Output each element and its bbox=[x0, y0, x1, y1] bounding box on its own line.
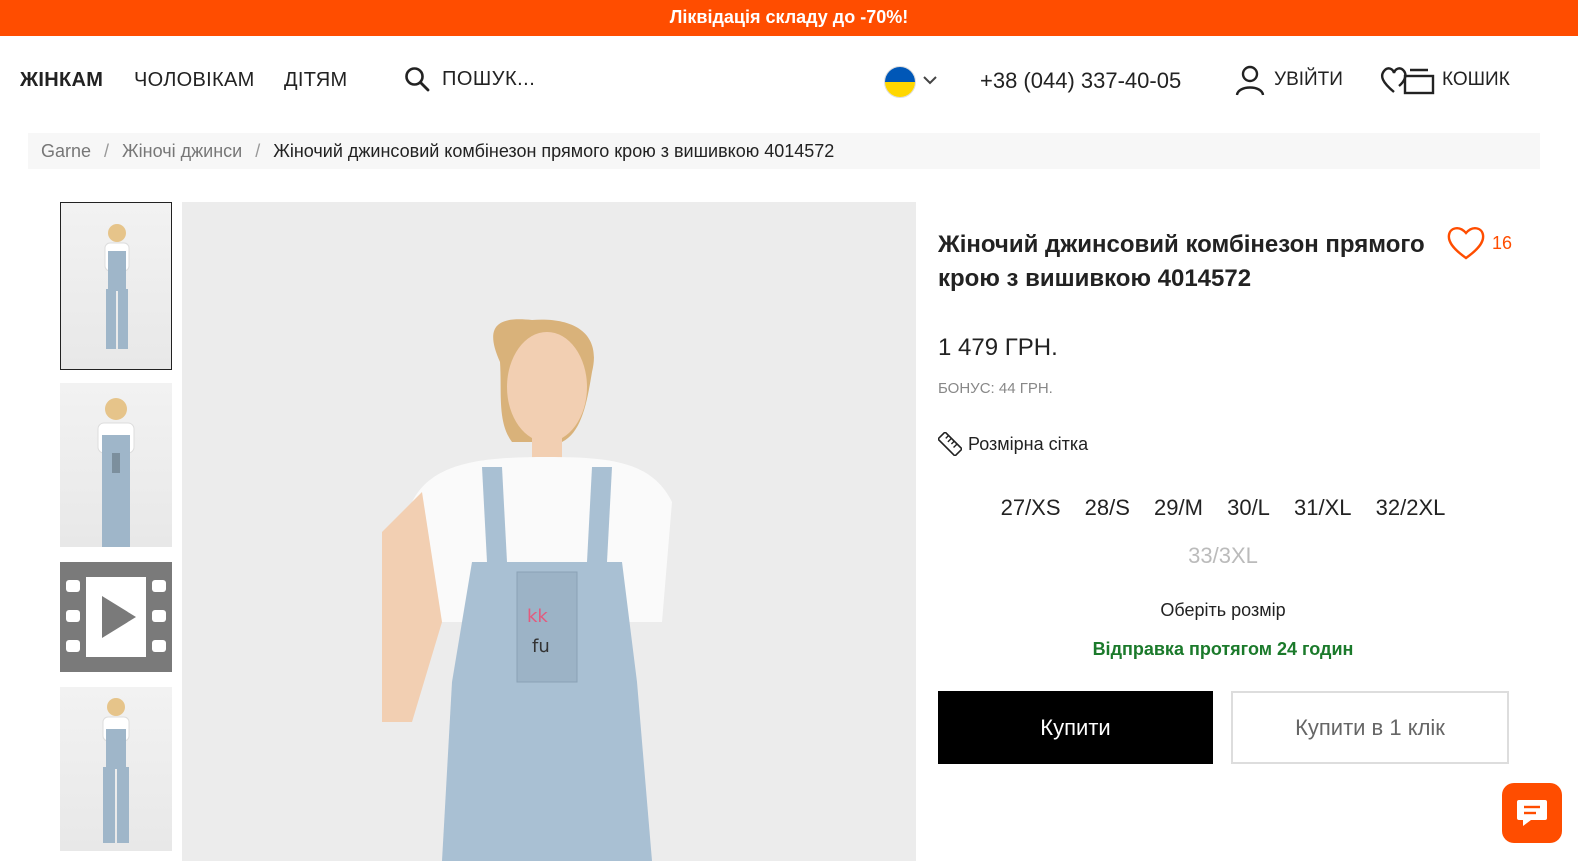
product-price: 1 479 ГРН. bbox=[938, 334, 1058, 361]
login-button[interactable]: УВІЙТИ bbox=[1234, 64, 1343, 96]
login-label: УВІЙТИ bbox=[1274, 69, 1343, 90]
size-option[interactable]: 28/S bbox=[1085, 484, 1130, 532]
bonus-amount: БОНУС: 44 ГРН. bbox=[938, 380, 1053, 397]
favorite-button[interactable]: 16 bbox=[1446, 225, 1512, 261]
chat-button[interactable] bbox=[1502, 783, 1562, 843]
main-product-image[interactable]: kk fu bbox=[182, 202, 916, 861]
choose-size-hint: Оберіть розмір bbox=[1160, 600, 1286, 620]
cart-icon bbox=[1380, 67, 1435, 95]
product-thumbnail-image bbox=[102, 698, 130, 843]
breadcrumb-category[interactable]: Жіночі джинси bbox=[122, 141, 242, 162]
promo-banner[interactable]: Ліквідація складу до -70%! bbox=[0, 0, 1578, 36]
size-option[interactable]: 27/XS bbox=[1001, 484, 1061, 532]
thumbnail-pose[interactable] bbox=[60, 383, 172, 547]
favorites-count: 16 bbox=[1492, 232, 1513, 253]
phone-link[interactable]: +38 (044) 337-40-05 bbox=[980, 68, 1181, 94]
breadcrumb-current: Жіночий джинсовий комбінезон прямого кро… bbox=[273, 140, 835, 161]
promo-text: Ліквідація складу до -70%! bbox=[669, 7, 909, 27]
breadcrumb-separator: / bbox=[104, 140, 110, 161]
size-chart-link[interactable]: Розмірна сітка bbox=[938, 432, 1088, 456]
svg-text:fu: fu bbox=[532, 636, 550, 657]
chat-icon bbox=[1517, 800, 1547, 826]
size-option[interactable]: 31/XL bbox=[1294, 484, 1352, 532]
language-flag-icon[interactable] bbox=[884, 66, 916, 98]
thumbnail-video[interactable] bbox=[60, 562, 172, 672]
user-icon bbox=[1235, 65, 1265, 96]
video-play-icon bbox=[60, 562, 172, 672]
ruler-icon bbox=[938, 432, 962, 456]
thumbnail-front[interactable] bbox=[60, 202, 172, 370]
nav-men[interactable]: ЧОЛОВІКАМ bbox=[134, 69, 255, 92]
size-option[interactable]: 32/2XL bbox=[1376, 484, 1446, 532]
model-photo: kk fu bbox=[182, 202, 916, 861]
chevron-down-icon[interactable] bbox=[922, 74, 938, 86]
breadcrumb-separator: / bbox=[255, 140, 261, 161]
buy-one-click-button[interactable]: Купити в 1 клік bbox=[1231, 691, 1509, 764]
site-header: ЖІНКАМ ЧОЛОВІКАМ ДІТЯМ ПОШУК... +38 (044… bbox=[0, 36, 1578, 126]
search-field[interactable]: ПОШУК... bbox=[404, 66, 535, 92]
product-thumbnail-image bbox=[104, 224, 130, 349]
breadcrumb: Garne / Жіночі джинси / Жіночий джинсови… bbox=[28, 133, 1540, 169]
cart-label: КОШИК bbox=[1442, 69, 1510, 90]
search-icon bbox=[405, 67, 430, 92]
size-option[interactable]: 29/M bbox=[1154, 484, 1203, 532]
shipping-info: Відправка протягом 24 годин bbox=[1092, 639, 1354, 659]
search-placeholder: ПОШУК... bbox=[442, 67, 536, 90]
size-selector: 27/XS 28/S 29/M 30/L 31/XL 32/2XL 33/3XL bbox=[938, 484, 1508, 580]
nav-women[interactable]: ЖІНКАМ bbox=[20, 69, 103, 92]
size-chart-label: Розмірна сітка bbox=[968, 433, 1089, 454]
breadcrumb-home[interactable]: Garne bbox=[41, 141, 91, 162]
thumbnail-back[interactable] bbox=[60, 687, 172, 851]
cart-button[interactable]: КОШИК bbox=[1380, 64, 1510, 96]
svg-text:kk: kk bbox=[527, 606, 548, 627]
nav-kids[interactable]: ДІТЯМ bbox=[284, 69, 347, 92]
heart-icon bbox=[1447, 227, 1485, 260]
size-option[interactable]: 30/L bbox=[1227, 484, 1270, 532]
buy-button[interactable]: Купити bbox=[938, 691, 1213, 764]
product-title: Жіночий джинсовий комбінезон прямого кро… bbox=[938, 231, 1425, 292]
size-option-unavailable: 33/3XL bbox=[1188, 543, 1258, 568]
product-thumbnail-image bbox=[97, 398, 135, 547]
